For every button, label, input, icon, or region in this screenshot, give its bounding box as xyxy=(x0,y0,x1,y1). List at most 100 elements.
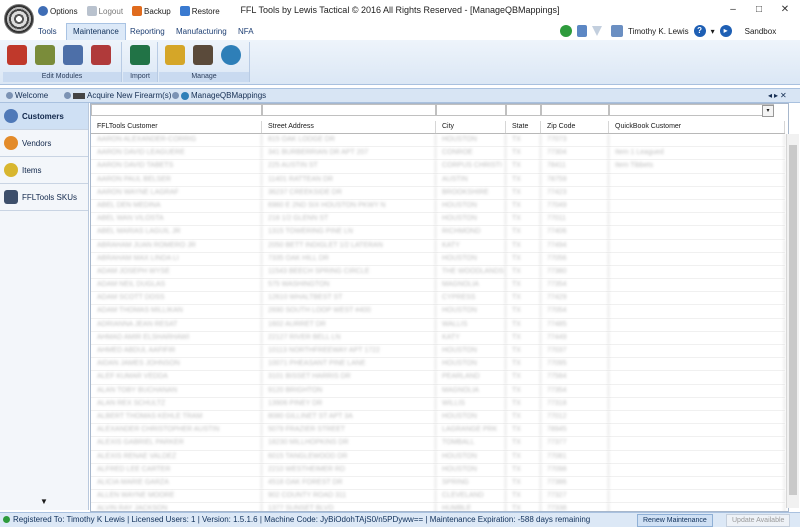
table-row[interactable]: ADAM NEIL DUGLAS 575 WASHINGTON MAGNOLIA TX… xyxy=(91,279,785,293)
table-cell[interactable]: 2050 BETT INDIGLET 1/2 LATERAN xyxy=(262,239,436,252)
table-cell[interactable]: TX xyxy=(506,252,541,265)
table-cell[interactable]: 78945 xyxy=(541,424,609,437)
renew-maintenance-button[interactable]: Renew Maintenance xyxy=(637,514,713,527)
table-cell[interactable]: LAGRANGE PRK xyxy=(436,424,506,437)
chevron-down-icon[interactable]: ▾ xyxy=(711,27,715,36)
table-cell[interactable]: 225 AUSTIN ST xyxy=(262,160,436,173)
scrollbar-thumb[interactable] xyxy=(789,145,797,495)
filter-icon[interactable] xyxy=(592,26,602,36)
table-cell[interactable]: 36237 CREEKSIDE DR xyxy=(262,186,436,199)
column-header-ffltools-customer[interactable]: FFLTools Customer xyxy=(91,121,262,133)
table-cell[interactable]: ABRAHAM MAX LINDA LI xyxy=(91,252,262,265)
table-row[interactable]: ADAM THOMAS MILLIKAN 2690 SOUTH LOOP WEST… xyxy=(91,305,785,319)
table-cell[interactable]: 902 COUNTY ROAD 311 xyxy=(262,490,436,503)
table-cell[interactable]: 77327 xyxy=(541,490,609,503)
table-cell[interactable] xyxy=(609,265,785,279)
filter-customer-input[interactable] xyxy=(91,104,262,116)
nav-item-ffltools-skus[interactable]: FFLTools SKUs xyxy=(0,184,88,211)
table-cell[interactable]: 77073 xyxy=(541,134,609,147)
table-cell[interactable]: Item 1 Leagued xyxy=(609,147,785,160)
table-cell[interactable]: HOUSTON xyxy=(436,345,506,358)
table-cell[interactable]: 575 WASHINGTON xyxy=(262,279,436,292)
table-cell[interactable]: 1315 TOWERING PINE LN xyxy=(262,226,436,239)
table-cell[interactable]: TX xyxy=(506,173,541,186)
table-cell[interactable] xyxy=(609,503,785,511)
table-cell[interactable]: WILLIS xyxy=(436,397,506,410)
table-row[interactable]: AARON ALEXANDER-CORRIG 815 OAK LODGE DR HO… xyxy=(91,134,785,148)
grid-vertical-scrollbar[interactable] xyxy=(786,134,799,508)
table-cell[interactable]: AARON PAUL BELSER xyxy=(91,173,262,186)
table-row[interactable]: ADAM JOSEPH WYSE 11543 BEECH SPRING CIRCL… xyxy=(91,265,785,280)
table-cell[interactable]: ALLEN WAYNE MOORE xyxy=(91,490,262,503)
table-cell[interactable]: TX xyxy=(506,239,541,252)
column-header-quickbook-customer[interactable]: QuickBook Customer xyxy=(609,121,785,133)
table-cell[interactable]: ALAN REX SCHULTZ xyxy=(91,397,262,410)
table-cell[interactable]: AARON DAVID LEAGUERE xyxy=(91,147,262,160)
table-cell[interactable]: 1377 SUNSET BLVD xyxy=(262,503,436,511)
table-cell[interactable]: AHMAD AMIR ELSHARHAWI xyxy=(91,331,262,344)
table-cell[interactable]: KATY xyxy=(436,239,506,252)
table-cell[interactable]: BROOKSHIRE xyxy=(436,186,506,199)
next-arrow-icon[interactable]: ▸ xyxy=(719,25,732,37)
table-cell[interactable] xyxy=(609,213,785,226)
table-cell[interactable]: TX xyxy=(506,476,541,490)
table-cell[interactable]: AIDAN JAMES JOHNSON xyxy=(91,358,262,371)
table-cell[interactable] xyxy=(609,134,785,147)
excel-import-icon[interactable] xyxy=(130,45,150,65)
table-cell[interactable]: TX xyxy=(506,358,541,371)
quickbooks-icon[interactable] xyxy=(221,45,241,65)
table-cell[interactable]: ALEF KUMAR VEDDA xyxy=(91,371,262,384)
table-cell[interactable]: 18230 MILLHOPKINS DR xyxy=(262,437,436,450)
table-cell[interactable]: 6015 TANGLEWOOD DR xyxy=(262,450,436,463)
table-cell[interactable]: ALAN TOBY BUCHANAN xyxy=(91,384,262,397)
column-header-city[interactable]: City xyxy=(436,121,506,133)
table-cell[interactable]: 8080 GILLINET ST APT 3A xyxy=(262,410,436,424)
table-cell[interactable]: 77406 xyxy=(541,226,609,239)
table-cell[interactable]: 341 BURBERRIAN DR APT 207 xyxy=(262,147,436,160)
table-cell[interactable]: TX xyxy=(506,331,541,344)
table-row[interactable]: ABRAHAM MAX LINDA LI 7335 OAK HILL DR HOUS… xyxy=(91,252,785,266)
table-cell[interactable]: 7335 OAK HILL DR xyxy=(262,252,436,265)
doc-tab-acquire[interactable]: Acquire New Firearm(s) xyxy=(64,90,171,101)
table-cell[interactable]: 77011 xyxy=(541,213,609,226)
table-cell[interactable] xyxy=(609,424,785,437)
table-cell[interactable]: ALEXIS GABRIEL PARKER xyxy=(91,437,262,450)
tab-nfa[interactable]: NFA xyxy=(232,24,260,40)
table-cell[interactable]: 3101 BISSET HARRIS DR xyxy=(262,371,436,384)
table-cell[interactable]: HOUSTON xyxy=(436,213,506,226)
user-name[interactable]: Timothy K. Lewis xyxy=(628,27,689,36)
close-button[interactable]: ✕ xyxy=(772,0,798,20)
table-cell[interactable]: TX xyxy=(506,318,541,331)
table-cell[interactable]: 22127 RIVER BELL LN xyxy=(262,331,436,344)
table-cell[interactable]: 77429 xyxy=(541,292,609,305)
table-cell[interactable]: TX xyxy=(506,450,541,463)
tab-maintenance[interactable]: Maintenance xyxy=(66,23,126,40)
table-cell[interactable]: TX xyxy=(506,226,541,239)
table-cell[interactable]: ALEXIS RENAE VALDEZ xyxy=(91,450,262,463)
table-cell[interactable]: TX xyxy=(506,305,541,318)
table-cell[interactable]: TX xyxy=(506,345,541,358)
table-row[interactable]: ALICIA MARIE GARZA 4518 OAK FOREST DR SPRI… xyxy=(91,476,785,491)
table-cell[interactable]: AARON ALEXANDER-CORRIG xyxy=(91,134,262,147)
tab-tools[interactable]: Tools xyxy=(32,24,63,40)
table-cell[interactable] xyxy=(609,476,785,490)
table-cell[interactable]: HOUSTON xyxy=(436,450,506,463)
filter-state-input[interactable] xyxy=(506,104,541,116)
filter-city-input[interactable] xyxy=(436,104,506,116)
table-cell[interactable]: HUMBLE xyxy=(436,503,506,511)
table-cell[interactable]: 4518 OAK FOREST DR xyxy=(262,476,436,490)
column-header-state[interactable]: State xyxy=(506,121,541,133)
table-cell[interactable]: TOMBALL xyxy=(436,437,506,450)
table-cell[interactable]: 77485 xyxy=(541,318,609,331)
table-row[interactable]: ABRAHAM JUAN ROMERO JR 2050 BETT INDIGLET… xyxy=(91,239,785,253)
table-cell[interactable] xyxy=(609,305,785,318)
table-row[interactable]: ADRIANNA JEAN RESAT 1602 AURRET DR WALLIS T… xyxy=(91,318,785,332)
table-cell[interactable]: TX xyxy=(506,160,541,173)
table-cell[interactable]: 10071 PHEASANT PINE LANE xyxy=(262,358,436,371)
table-cell[interactable]: HOUSTON xyxy=(436,410,506,424)
app-menu-orb-icon[interactable] xyxy=(4,4,34,34)
table-row[interactable]: ALBERT THOMAS KEHLE TRAM 8080 GILLINET ST… xyxy=(91,410,785,425)
table-cell[interactable]: 77037 xyxy=(541,345,609,358)
table-cell[interactable]: ADAM NEIL DUGLAS xyxy=(91,279,262,292)
ammo-icon[interactable] xyxy=(35,45,55,65)
